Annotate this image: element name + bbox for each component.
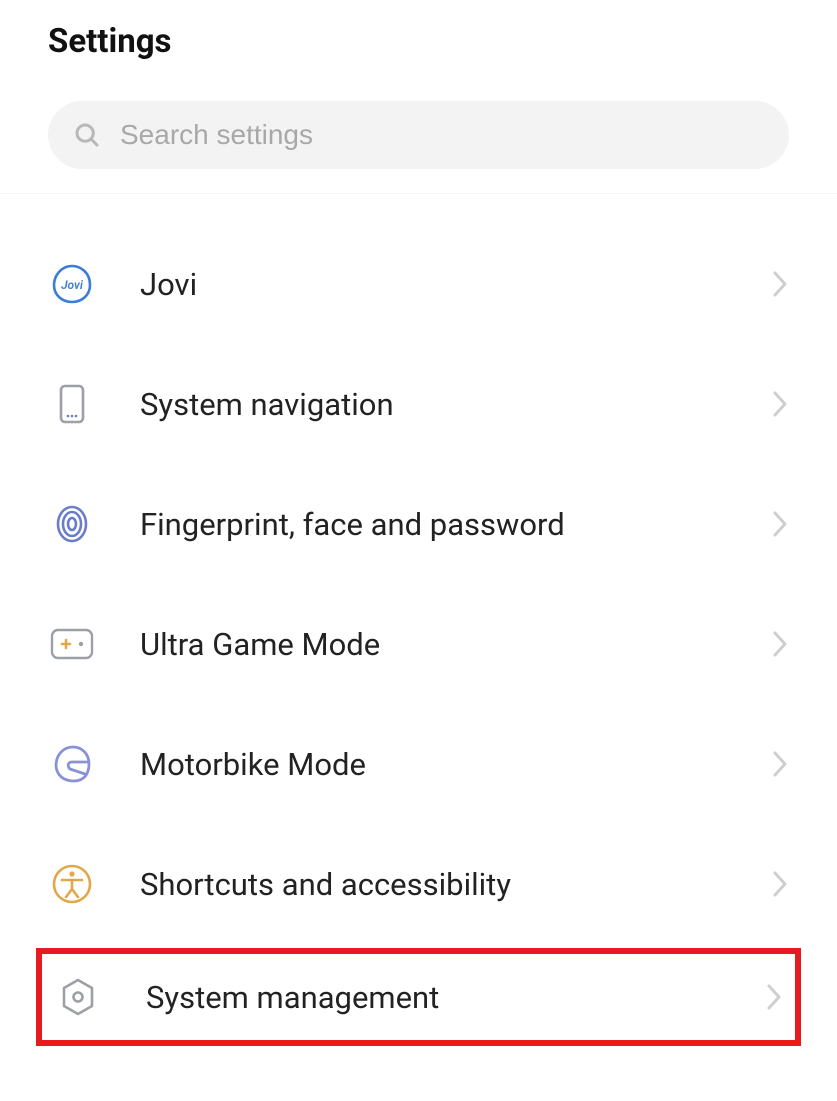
settings-item-accessibility[interactable]: Shortcuts and accessibility [0, 824, 837, 944]
search-bar[interactable] [48, 101, 789, 169]
settings-item-label: System management [146, 979, 765, 1016]
helmet-icon [48, 740, 96, 788]
settings-item-fingerprint[interactable]: Fingerprint, face and password [0, 464, 837, 584]
settings-item-label: Ultra Game Mode [140, 626, 771, 663]
accessibility-icon [48, 860, 96, 908]
phone-nav-icon [48, 380, 96, 428]
settings-list: Jovi Jovi System navigation [0, 194, 837, 1046]
settings-item-label: Shortcuts and accessibility [140, 866, 771, 903]
settings-item-jovi[interactable]: Jovi Jovi [0, 224, 837, 344]
search-container [0, 79, 837, 194]
search-input[interactable] [120, 119, 765, 151]
settings-item-label: System navigation [140, 386, 771, 423]
jovi-icon: Jovi [48, 260, 96, 308]
settings-item-system-navigation[interactable]: System navigation [0, 344, 837, 464]
chevron-right-icon [771, 389, 789, 419]
chevron-right-icon [771, 509, 789, 539]
settings-item-game-mode[interactable]: Ultra Game Mode [0, 584, 837, 704]
settings-item-label: Fingerprint, face and password [140, 506, 771, 543]
settings-item-label: Jovi [140, 266, 771, 303]
chevron-right-icon [771, 749, 789, 779]
header: Settings [0, 0, 837, 79]
search-icon [72, 120, 102, 150]
settings-item-system-management[interactable]: System management [36, 948, 801, 1046]
gamepad-icon [48, 620, 96, 668]
chevron-right-icon [771, 869, 789, 899]
gear-hex-icon [54, 973, 102, 1021]
chevron-right-icon [765, 982, 783, 1012]
settings-item-label: Motorbike Mode [140, 746, 771, 783]
page-title: Settings [48, 22, 789, 61]
fingerprint-icon [48, 500, 96, 548]
chevron-right-icon [771, 269, 789, 299]
svg-text:Jovi: Jovi [61, 278, 84, 292]
chevron-right-icon [771, 629, 789, 659]
settings-item-motorbike[interactable]: Motorbike Mode [0, 704, 837, 824]
